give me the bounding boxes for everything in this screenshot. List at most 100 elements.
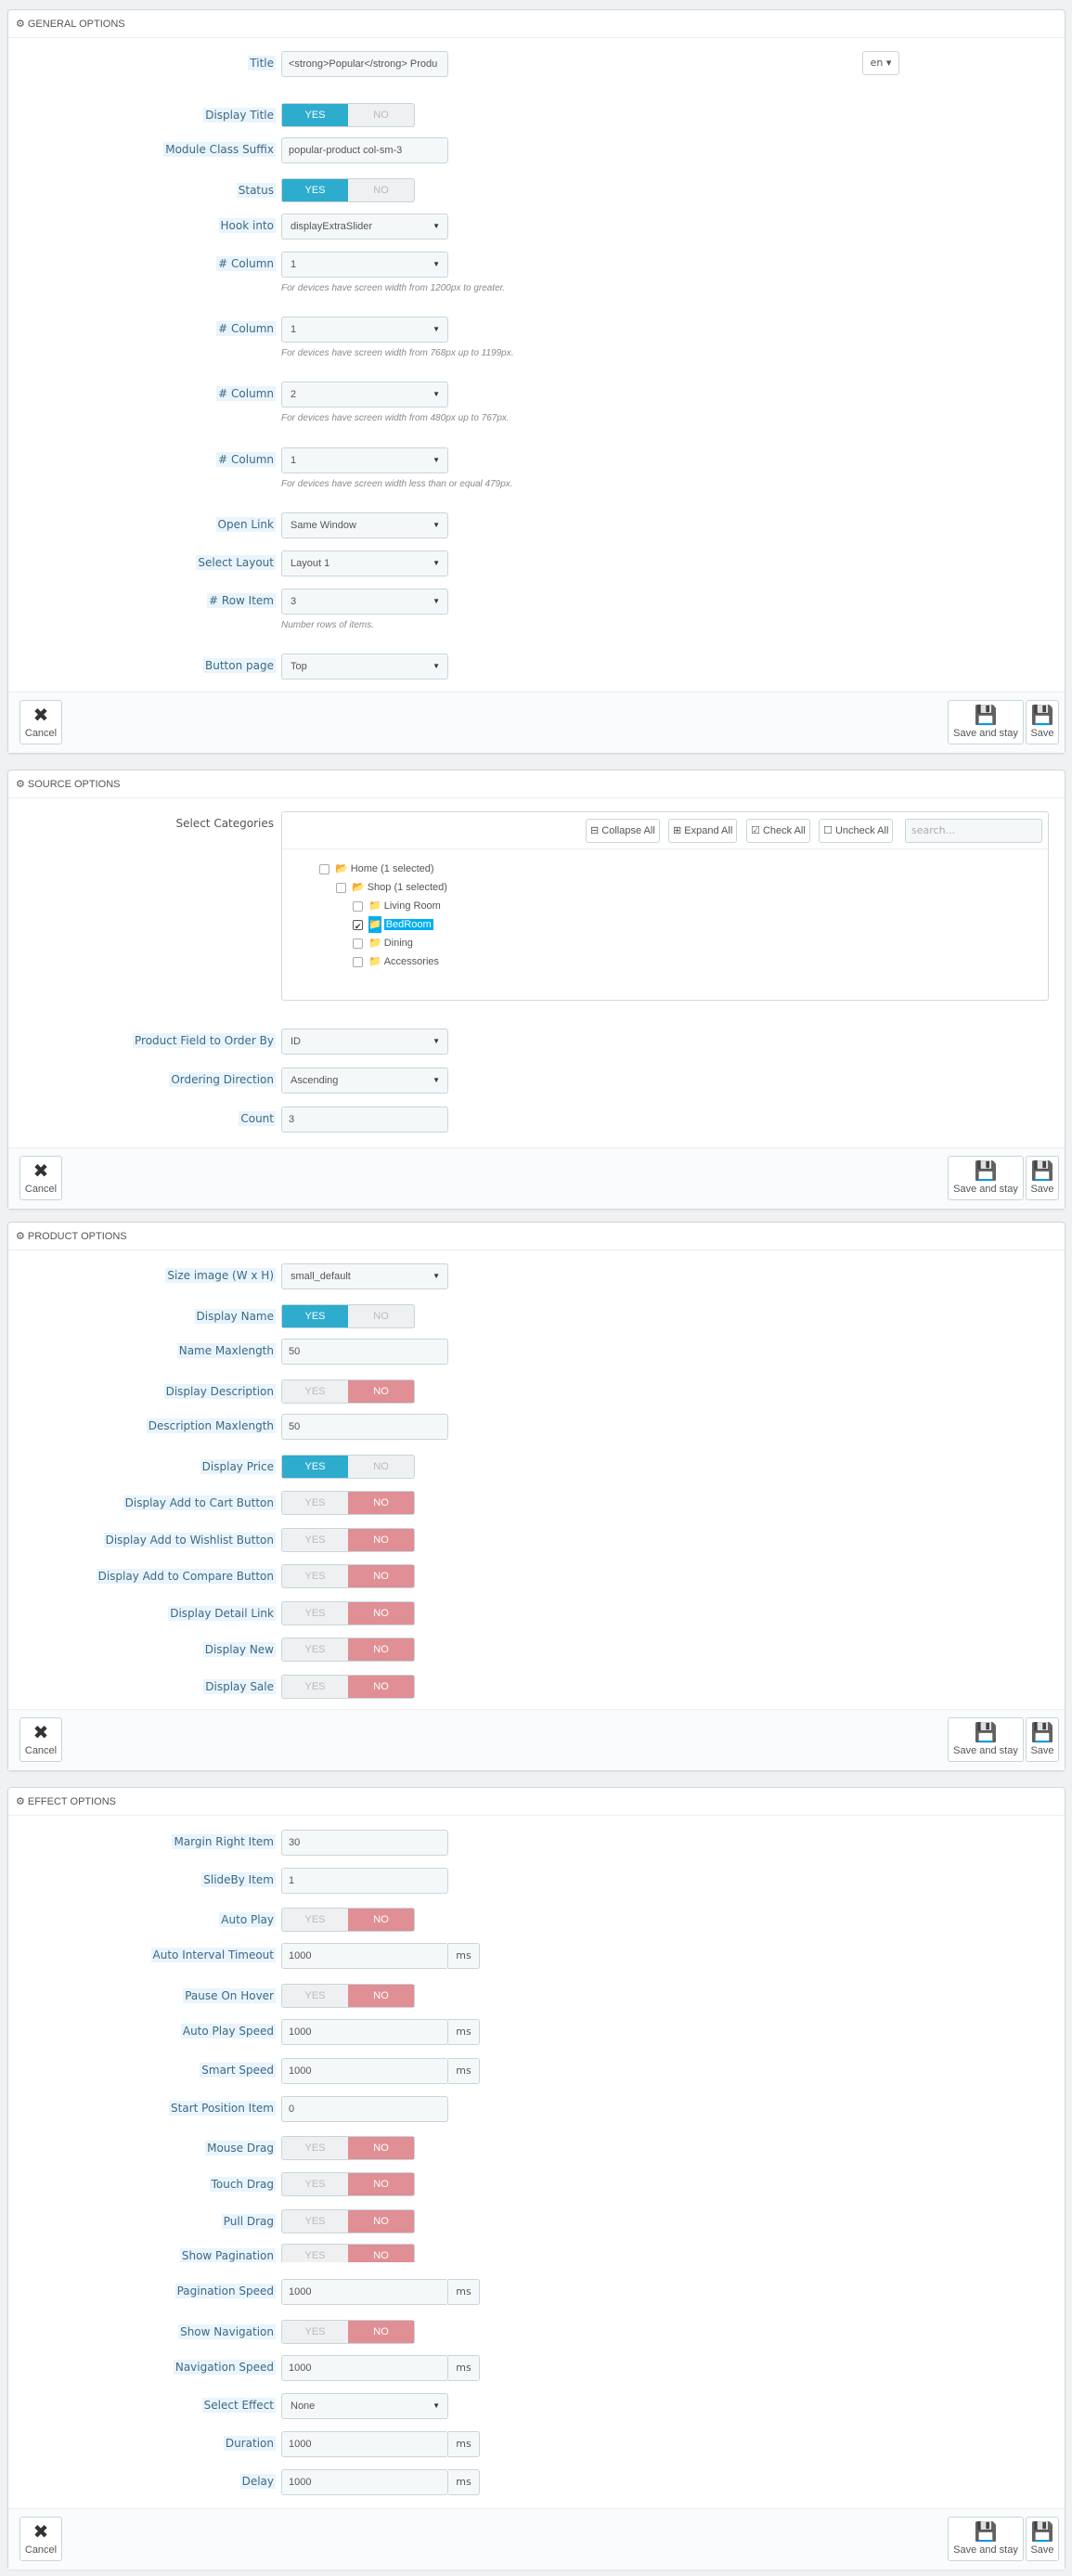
switch-no[interactable]: NO: [348, 1565, 414, 1587]
switch-yes[interactable]: YES: [282, 1638, 348, 1661]
tree-node-bedroom[interactable]: 📁BedRoom: [353, 916, 433, 935]
check-all-button[interactable]: ☑ Check All: [746, 819, 810, 843]
pause-on-hover-switch[interactable]: YES NO: [281, 1984, 415, 2008]
checkbox[interactable]: [353, 938, 363, 949]
switch-no[interactable]: NO: [348, 1602, 414, 1625]
smart-speed-input[interactable]: 1000: [281, 2058, 448, 2084]
switch-yes[interactable]: YES: [282, 2321, 348, 2343]
tree-node-dining[interactable]: 📁 Dining: [353, 935, 413, 951]
show-pagination-switch[interactable]: YES NO: [281, 2244, 415, 2262]
hook-into-select[interactable]: displayExtraSlider ▼: [281, 214, 448, 239]
tree-node-shop[interactable]: 📂 Shop (1 selected): [336, 879, 447, 896]
save-button[interactable]: 💾 Save: [1026, 1717, 1059, 1762]
switch-yes[interactable]: YES: [282, 1529, 348, 1551]
switch-no[interactable]: NO: [348, 1305, 414, 1327]
save-button[interactable]: 💾 Save: [1026, 1156, 1059, 1200]
module-class-suffix-input[interactable]: popular-product col-sm-3: [281, 137, 448, 163]
switch-no[interactable]: NO: [348, 1676, 414, 1698]
tree-node-home[interactable]: 📂 Home (1 selected): [319, 861, 434, 877]
auto-play-switch[interactable]: YES NO: [281, 1908, 415, 1932]
status-switch[interactable]: YES NO: [281, 178, 415, 202]
switch-no[interactable]: NO: [348, 1985, 414, 2007]
open-link-select[interactable]: Same Window ▼: [281, 512, 448, 538]
pull-drag-switch[interactable]: YES NO: [281, 2209, 415, 2233]
count-input[interactable]: 3: [281, 1107, 448, 1133]
switch-no[interactable]: NO: [348, 1909, 414, 1931]
switch-no[interactable]: NO: [348, 1529, 414, 1551]
switch-no[interactable]: NO: [348, 1380, 414, 1403]
switch-no[interactable]: NO: [348, 2321, 414, 2343]
switch-yes[interactable]: YES: [282, 1985, 348, 2007]
uncheck-all-button[interactable]: ☐ Uncheck All: [819, 819, 894, 843]
row-item-select[interactable]: 3 ▼: [281, 589, 448, 615]
switch-no[interactable]: NO: [348, 1492, 414, 1514]
save-button[interactable]: 💾 Save: [1026, 2517, 1059, 2561]
ordering-direction-select[interactable]: Ascending ▼: [281, 1068, 448, 1094]
switch-no[interactable]: NO: [348, 1456, 414, 1478]
collapse-all-button[interactable]: ⊟ Collapse All: [586, 819, 660, 843]
save-and-stay-button[interactable]: 💾 Save and stay: [948, 2517, 1024, 2561]
switch-yes[interactable]: YES: [282, 1909, 348, 1931]
pagination-speed-input[interactable]: 1000: [281, 2279, 448, 2305]
description-maxlength-input[interactable]: 50: [281, 1414, 448, 1440]
title-input[interactable]: <strong>Popular</strong> Produ: [281, 51, 448, 77]
size-image-select[interactable]: small_default ▼: [281, 1263, 448, 1289]
switch-yes[interactable]: YES: [282, 2137, 348, 2159]
show-navigation-switch[interactable]: YES NO: [281, 2320, 415, 2344]
display-new-switch[interactable]: YES NO: [281, 1638, 415, 1662]
expand-all-button[interactable]: ⊞ Expand All: [668, 819, 738, 843]
switch-no[interactable]: NO: [348, 2137, 414, 2159]
mouse-drag-switch[interactable]: YES NO: [281, 2136, 415, 2160]
switch-no[interactable]: NO: [348, 2210, 414, 2233]
select-layout-select[interactable]: Layout 1 ▼: [281, 550, 448, 576]
button-page-select[interactable]: Top ▼: [281, 654, 448, 680]
switch-yes[interactable]: YES: [282, 104, 348, 126]
checkbox[interactable]: [353, 900, 363, 912]
navigation-speed-input[interactable]: 1000: [281, 2355, 448, 2381]
tree-search-input[interactable]: search...: [905, 819, 1042, 843]
auto-interval-timeout-input[interactable]: 1000: [281, 1943, 448, 1969]
switch-yes[interactable]: YES: [282, 2210, 348, 2233]
display-add-to-cart-switch[interactable]: YES NO: [281, 1491, 415, 1515]
duration-input[interactable]: 1000: [281, 2431, 448, 2457]
column-md-select[interactable]: 1 ▼: [281, 317, 448, 343]
select-effect-select[interactable]: None ▼: [281, 2393, 448, 2419]
column-xs-select[interactable]: 1 ▼: [281, 447, 448, 473]
switch-no[interactable]: NO: [348, 1638, 414, 1661]
cancel-button[interactable]: ✖ Cancel: [19, 700, 62, 744]
switch-yes[interactable]: YES: [282, 1676, 348, 1698]
cancel-button[interactable]: ✖ Cancel: [19, 1156, 62, 1200]
tree-node-accessories[interactable]: 📁 Accessories: [353, 953, 439, 970]
cancel-button[interactable]: ✖ Cancel: [19, 2517, 62, 2561]
switch-yes[interactable]: YES: [282, 1565, 348, 1587]
slideby-item-input[interactable]: 1: [281, 1868, 448, 1894]
checkbox[interactable]: [353, 956, 363, 967]
switch-yes[interactable]: YES: [282, 1456, 348, 1478]
display-add-to-compare-switch[interactable]: YES NO: [281, 1564, 415, 1588]
switch-yes[interactable]: YES: [282, 1492, 348, 1514]
switch-no[interactable]: NO: [348, 179, 414, 201]
display-name-switch[interactable]: YES NO: [281, 1304, 415, 1328]
checkbox[interactable]: [319, 863, 329, 874]
column-lg-select[interactable]: 1 ▼: [281, 252, 448, 278]
cancel-button[interactable]: ✖ Cancel: [19, 1717, 62, 1762]
switch-yes[interactable]: YES: [282, 2173, 348, 2195]
display-title-switch[interactable]: YES NO: [281, 103, 415, 127]
display-sale-switch[interactable]: YES NO: [281, 1675, 415, 1699]
save-and-stay-button[interactable]: 💾 Save and stay: [948, 1717, 1024, 1762]
display-detail-link-switch[interactable]: YES NO: [281, 1601, 415, 1625]
switch-yes[interactable]: YES: [282, 2245, 348, 2262]
tree-node-living-room[interactable]: 📁 Living Room: [353, 898, 441, 914]
display-add-to-wishlist-switch[interactable]: YES NO: [281, 1528, 415, 1552]
switch-yes[interactable]: YES: [282, 1380, 348, 1403]
auto-play-speed-input[interactable]: 1000: [281, 2019, 448, 2045]
order-by-select[interactable]: ID ▼: [281, 1029, 448, 1055]
switch-yes[interactable]: YES: [282, 1305, 348, 1327]
name-maxlength-input[interactable]: 50: [281, 1339, 448, 1365]
display-price-switch[interactable]: YES NO: [281, 1455, 415, 1479]
save-and-stay-button[interactable]: 💾 Save and stay: [948, 700, 1024, 744]
save-and-stay-button[interactable]: 💾 Save and stay: [948, 1156, 1024, 1200]
switch-yes[interactable]: YES: [282, 179, 348, 201]
switch-no[interactable]: NO: [348, 2173, 414, 2195]
delay-input[interactable]: 1000: [281, 2469, 448, 2495]
